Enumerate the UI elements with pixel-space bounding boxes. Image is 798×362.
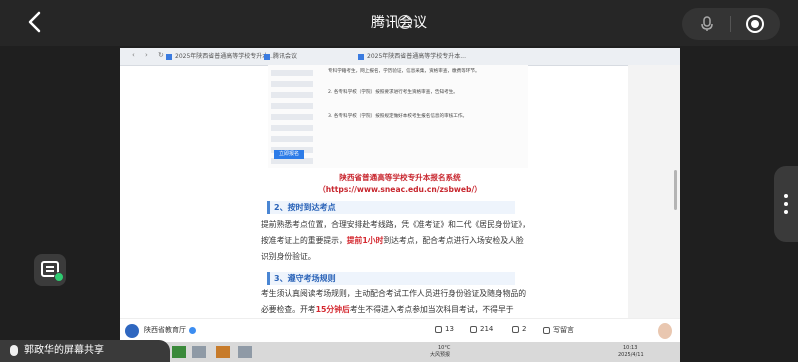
- screen-share-label[interactable]: 郭政华的屏幕共享: [0, 340, 170, 362]
- doc-paragraph: 2. 各专科学校（学院）按照要求进行考生资格审查，告知考生。: [328, 90, 458, 95]
- heart-icon: [512, 325, 519, 333]
- nav-item: [271, 125, 313, 131]
- weather-desc: 大风预报: [430, 352, 451, 358]
- browser-tab-active[interactable]: 2025年陕西省普通高等学校专升本...: [358, 50, 466, 63]
- comment-icon: [543, 326, 550, 334]
- share-count: 214: [480, 325, 494, 333]
- taskbar-app-icon[interactable]: [238, 346, 252, 358]
- microphone-icon: [10, 345, 18, 356]
- clock-date: 2025/4/11: [618, 352, 644, 358]
- comment-count: 2: [522, 325, 527, 333]
- taskbar: 10°C 大风预报 10:13 2025/4/11: [120, 342, 680, 362]
- shared-screen: ‹ › ↻ 2025年陕西省普通高等学校专升本... 腾讯会议 2025年陕西省…: [120, 48, 680, 342]
- nav-item: [271, 92, 313, 98]
- tab-favicon: [166, 53, 172, 60]
- nav-item: [271, 103, 313, 109]
- more-dot-icon: [784, 202, 788, 206]
- section-title: 3、遵守考场规则: [274, 274, 336, 283]
- account-name[interactable]: 陕西省教育厅: [144, 325, 196, 335]
- tab-label: 腾讯会议: [273, 53, 298, 60]
- taskbar-app-icon[interactable]: [192, 346, 206, 358]
- body-text: 考生不得进入考点参加当次科目考试，不得早于: [349, 305, 514, 314]
- browser-nav-icons[interactable]: ‹ › ↻: [132, 51, 168, 59]
- nav-item: [271, 81, 313, 87]
- section-accent: [267, 201, 270, 214]
- nav-item: [271, 114, 313, 120]
- system-url[interactable]: （https://www.sneac.edu.cn/zsbweb/）: [120, 184, 680, 195]
- share-icon: [470, 325, 477, 333]
- account-avatar[interactable]: [125, 324, 139, 338]
- top-bar: 腾讯会议 i: [0, 0, 798, 46]
- tab-favicon: [264, 53, 270, 60]
- nav-item: [271, 70, 313, 76]
- write-comment-label: 写留言: [553, 326, 574, 334]
- taskbar-app-icon[interactable]: [172, 346, 186, 358]
- tab-label: 2025年陕西省普通高等学校专升本...: [367, 53, 466, 60]
- section-title: 2、按时到达考点: [274, 203, 336, 212]
- nav-item: [271, 136, 313, 142]
- more-dot-icon: [784, 194, 788, 198]
- browser-right-gutter: [628, 65, 680, 342]
- share-button[interactable]: 214: [470, 325, 493, 333]
- weather-temp: 10°C: [438, 345, 451, 351]
- register-button[interactable]: 立即报名: [274, 150, 304, 159]
- more-options-button[interactable]: [774, 166, 798, 242]
- audio-record-controls: [682, 8, 780, 40]
- account-label: 陕西省教育厅: [144, 326, 186, 334]
- system-heading: 陕西省普通高等学校专升本报名系统: [339, 173, 461, 182]
- microphone-icon[interactable]: [699, 16, 715, 32]
- presenter-avatar[interactable]: [658, 323, 672, 339]
- info-icon[interactable]: i: [398, 15, 412, 29]
- verified-icon: [189, 326, 196, 334]
- chat-button[interactable]: [34, 254, 66, 286]
- doc-paragraph: 3. 各专科学校（学院）按照规定做好本校考生报名信息的审核工作。: [328, 114, 468, 119]
- tab-label: 2025年陕西省普通高等学校专升本...: [175, 53, 274, 60]
- screen-share-owner: 郭政华的屏幕共享: [24, 345, 104, 356]
- doc-paragraph: 专科学籍考生，网上报名，学历验证，信息采集，资格审查，缴费等环节。: [328, 69, 480, 74]
- section-body: 考生须认真阅读考场规则，主动配合考试工作人员进行身份验证及随身物品的必要检查。开…: [261, 286, 531, 318]
- highlight-text: 提前1小时: [346, 236, 384, 245]
- comment-button[interactable]: 2: [512, 325, 526, 333]
- article-footer: 陕西省教育厅 13 214 2 写留言: [120, 318, 680, 343]
- like-button[interactable]: 13: [435, 325, 454, 333]
- online-dot: [54, 272, 64, 282]
- thumb-up-icon: [435, 325, 442, 333]
- clock-time: 10:13: [623, 345, 638, 351]
- highlight-text: 15分钟后: [315, 305, 350, 314]
- document-screenshot: 立即报名 专科学籍考生，网上报名，学历验证，信息采集，资格审查，缴费等环节。 2…: [268, 65, 528, 168]
- browser-tab-bar: ‹ › ↻ 2025年陕西省普通高等学校专升本... 腾讯会议 2025年陕西省…: [120, 48, 680, 66]
- tab-favicon: [358, 53, 364, 60]
- divider: [730, 16, 731, 32]
- taskbar-app-icon[interactable]: [216, 346, 230, 358]
- like-count: 13: [445, 325, 454, 333]
- write-comment-button[interactable]: 写留言: [543, 325, 574, 335]
- browser-tab[interactable]: 2025年陕西省普通高等学校专升本...: [166, 50, 274, 63]
- section-accent: [267, 272, 270, 285]
- browser-tab[interactable]: 腾讯会议: [264, 50, 297, 63]
- section-heading: 3、遵守考场规则: [267, 272, 515, 285]
- record-icon[interactable]: [746, 15, 764, 33]
- section-body: 提前熟悉考点位置，合理安排赴考线路，凭《准考证》和二代《居民身份证》，按准考证上…: [261, 217, 531, 265]
- more-dot-icon: [784, 210, 788, 214]
- section-heading: 2、按时到达考点: [267, 201, 515, 214]
